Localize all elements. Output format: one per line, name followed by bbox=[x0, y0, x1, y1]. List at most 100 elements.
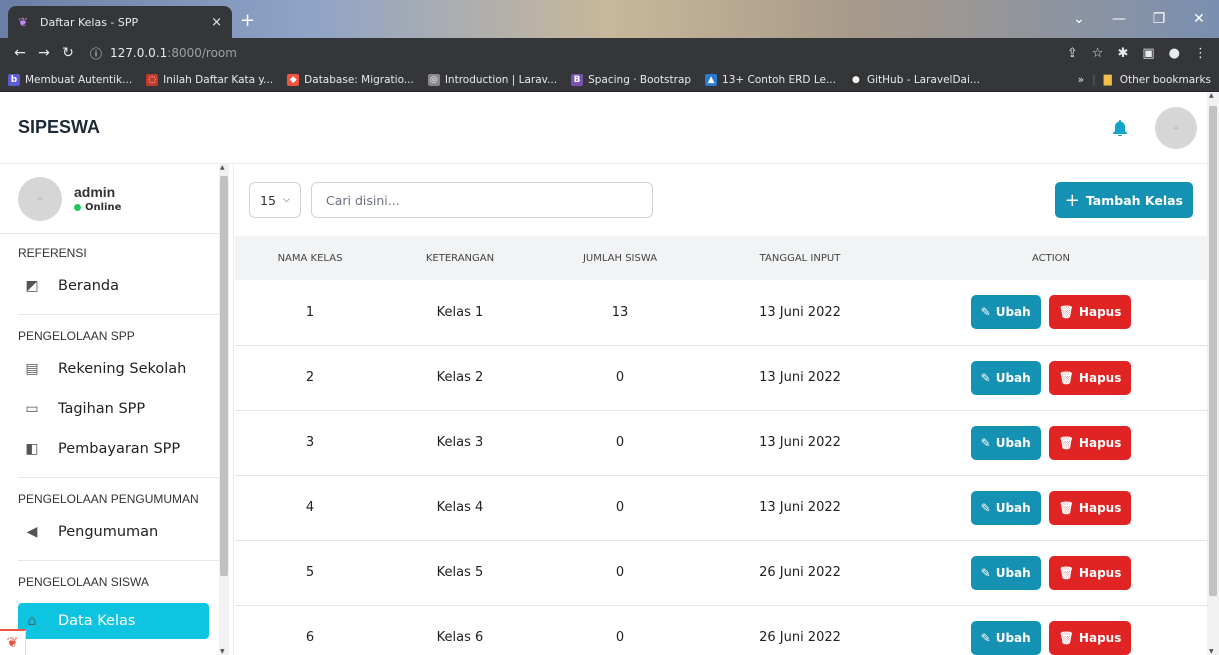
edit-button[interactable]: ✎ Ubah bbox=[970, 295, 1041, 330]
menu-icon[interactable]: ⋮ bbox=[1194, 46, 1207, 61]
url-host: 127.0.0.1 bbox=[110, 46, 168, 60]
header-jumlah-siswa[interactable]: JUMLAH SISWA bbox=[535, 236, 705, 280]
building-icon: ⌂ bbox=[27, 613, 37, 629]
bookmark-item[interactable]: ▲ 13+ Contoh ERD Le... bbox=[705, 73, 836, 86]
edit-button[interactable]: ✎ Ubah bbox=[970, 620, 1041, 655]
table-toolbar: 15 ⌵ Cari disini... + Tambah Kelas bbox=[235, 164, 1207, 236]
delete-button[interactable]: 🗑 Hapus bbox=[1048, 425, 1132, 460]
other-bookmarks-label[interactable]: Other bookmarks bbox=[1120, 74, 1211, 86]
delete-button[interactable]: 🗑 Hapus bbox=[1048, 555, 1132, 590]
delete-label: Hapus bbox=[1078, 305, 1122, 320]
cell-keterangan: Kelas 5 bbox=[436, 565, 484, 580]
sidebar-item-pembayaran-spp[interactable]: ◧ Pembayaran SPP bbox=[0, 429, 233, 469]
edit-button[interactable]: ✎ Ubah bbox=[970, 490, 1041, 525]
url-field[interactable]: ⓘ 127.0.0.1 :8000/room bbox=[90, 45, 1067, 62]
header-tanggal-input[interactable]: TANGGAL INPUT bbox=[705, 236, 895, 280]
header-nama-kelas[interactable]: NAMA KELAS bbox=[235, 236, 385, 280]
cell-jumlah: 0 bbox=[615, 370, 625, 385]
edit-button[interactable]: ✎ Ubah bbox=[970, 555, 1041, 590]
sidebar-menu: REFERENSI ◩ Beranda PENGELOLAAN SPP ▤ Rekenin… bbox=[0, 234, 233, 639]
cell-nama: 6 bbox=[305, 630, 315, 645]
delete-label: Hapus bbox=[1078, 435, 1122, 450]
brand-title[interactable]: SIPESWA bbox=[18, 117, 100, 138]
bell-icon[interactable] bbox=[1113, 119, 1127, 136]
sidebar-scroll-thumb[interactable] bbox=[220, 176, 228, 576]
cell-action: ✎ Ubah 🗑 Hapus bbox=[895, 280, 1207, 345]
sidebar-divider bbox=[18, 314, 219, 315]
share-icon[interactable]: ⇪ bbox=[1067, 46, 1078, 61]
sidebar-item-data-kelas[interactable]: ⌂ Data Kelas bbox=[18, 603, 209, 639]
cell-action: ✎ Ubah 🗑 Hapus bbox=[895, 540, 1207, 605]
back-icon[interactable]: ← bbox=[8, 45, 32, 61]
cell-nama: 5 bbox=[305, 565, 315, 580]
bookmark-item[interactable]: ◎ Introduction | Larav... bbox=[427, 73, 557, 86]
forward-icon[interactable]: → bbox=[32, 45, 56, 61]
user-avatar[interactable]: ▫ bbox=[1155, 106, 1197, 149]
profile-icon[interactable]: ● bbox=[1169, 46, 1180, 61]
cell-jumlah: 0 bbox=[615, 435, 625, 450]
pencil-icon: ✎ bbox=[980, 565, 991, 580]
delete-button[interactable]: 🗑 Hapus bbox=[1048, 360, 1132, 395]
sidepanel-icon[interactable]: ▣ bbox=[1142, 46, 1154, 61]
bookmark-item[interactable]: ◌ Inilah Daftar Kata y... bbox=[146, 73, 273, 86]
delete-button[interactable]: 🗑 Hapus bbox=[1048, 295, 1132, 330]
sidebar-user-panel: ▫ admin Online bbox=[0, 164, 225, 234]
more-bookmarks-icon[interactable]: » bbox=[1078, 74, 1084, 86]
pencil-icon: ✎ bbox=[980, 435, 991, 450]
cell-keterangan: Kelas 1 bbox=[436, 304, 484, 320]
browser-tabbar: ❦ Daftar Kelas - SPP × + ⌄ — ❐ ✕ bbox=[0, 0, 1219, 38]
sidebar-item-beranda[interactable]: ◩ Beranda bbox=[0, 266, 233, 306]
page-scroll-down-icon[interactable]: ▼ bbox=[1209, 648, 1214, 655]
tab-close-icon[interactable]: × bbox=[211, 15, 222, 30]
sidebar-item-tagihan-spp[interactable]: ▭ Tagihan SPP bbox=[0, 389, 233, 429]
per-page-select[interactable]: 15 ⌵ bbox=[249, 182, 301, 218]
cell-tanggal: 13 Juni 2022 bbox=[759, 304, 841, 320]
sidebar-item-pengumuman[interactable]: ◀ Pengumuman bbox=[0, 512, 233, 552]
user-status: Online bbox=[74, 202, 121, 213]
cell-action: ✎ Ubah 🗑 Hapus bbox=[895, 605, 1207, 655]
cell-nama: 3 bbox=[305, 435, 315, 450]
cell-keterangan: Kelas 3 bbox=[436, 435, 484, 450]
edit-button[interactable]: ✎ Ubah bbox=[970, 360, 1041, 395]
chevron-down-icon: ⌵ bbox=[283, 195, 290, 205]
bookmark-item[interactable]: b Membuat Autentik... bbox=[8, 73, 132, 86]
sidebar-section-title: REFERENSI bbox=[18, 246, 87, 260]
star-icon[interactable]: ☆ bbox=[1092, 46, 1104, 61]
restore-icon[interactable]: ❐ bbox=[1139, 11, 1179, 27]
laravel-debug-icon[interactable]: ❦ bbox=[0, 629, 26, 655]
table-row: 6 Kelas 6 0 26 Juni 2022 ✎ Ubah 🗑 Hapus bbox=[235, 605, 1207, 655]
close-window-icon[interactable]: ✕ bbox=[1179, 11, 1219, 27]
bookmark-item[interactable]: B Spacing · Bootstrap bbox=[571, 73, 691, 86]
delete-button[interactable]: 🗑 Hapus bbox=[1048, 490, 1132, 525]
extensions-icon[interactable]: ✱ bbox=[1117, 46, 1128, 61]
add-class-button[interactable]: + Tambah Kelas bbox=[1054, 182, 1193, 218]
header-keterangan[interactable]: KETERANGAN bbox=[385, 236, 535, 280]
bookmark-item[interactable]: ◆ Database: Migratio... bbox=[287, 73, 414, 86]
sidebar-section-title: PENGELOLAAN SISWA bbox=[18, 575, 149, 589]
new-tab-button[interactable]: + bbox=[240, 10, 255, 31]
pencil-icon: ✎ bbox=[980, 370, 991, 385]
minimize-icon[interactable]: — bbox=[1099, 11, 1139, 27]
scroll-down-icon[interactable]: ▼ bbox=[220, 648, 225, 655]
cell-nama: 4 bbox=[305, 500, 315, 515]
page-scroll-thumb[interactable] bbox=[1209, 106, 1217, 596]
url-path: :8000/room bbox=[167, 46, 237, 60]
browser-tab[interactable]: ❦ Daftar Kelas - SPP × bbox=[8, 6, 232, 38]
sidebar-scrollbar[interactable]: ▲ ▼ bbox=[219, 164, 229, 655]
reload-icon[interactable]: ↻ bbox=[56, 45, 80, 61]
page-scrollbar[interactable]: ▲ ▼ bbox=[1207, 92, 1219, 655]
bookmark-item[interactable]: ● GitHub - LaravelDai... bbox=[849, 73, 980, 86]
table-row: 2 Kelas 2 0 13 Juni 2022 ✎ Ubah 🗑 Hapus bbox=[235, 345, 1207, 410]
bookmark-label: Database: Migratio... bbox=[304, 73, 414, 86]
sidebar-item-rekening-sekolah[interactable]: ▤ Rekening Sekolah bbox=[0, 349, 233, 389]
delete-label: Hapus bbox=[1078, 370, 1122, 385]
delete-button[interactable]: 🗑 Hapus bbox=[1048, 620, 1132, 655]
info-icon[interactable]: ⓘ bbox=[90, 45, 102, 62]
edit-button[interactable]: ✎ Ubah bbox=[970, 425, 1041, 460]
sidebar-item-label: Data Kelas bbox=[58, 613, 136, 629]
search-input[interactable]: Cari disini... bbox=[311, 182, 653, 218]
page-scroll-up-icon[interactable]: ▲ bbox=[1209, 92, 1214, 99]
cell-jumlah: 13 bbox=[611, 304, 629, 320]
scroll-up-icon[interactable]: ▲ bbox=[220, 164, 225, 171]
tab-search-icon[interactable]: ⌄ bbox=[1059, 11, 1099, 27]
